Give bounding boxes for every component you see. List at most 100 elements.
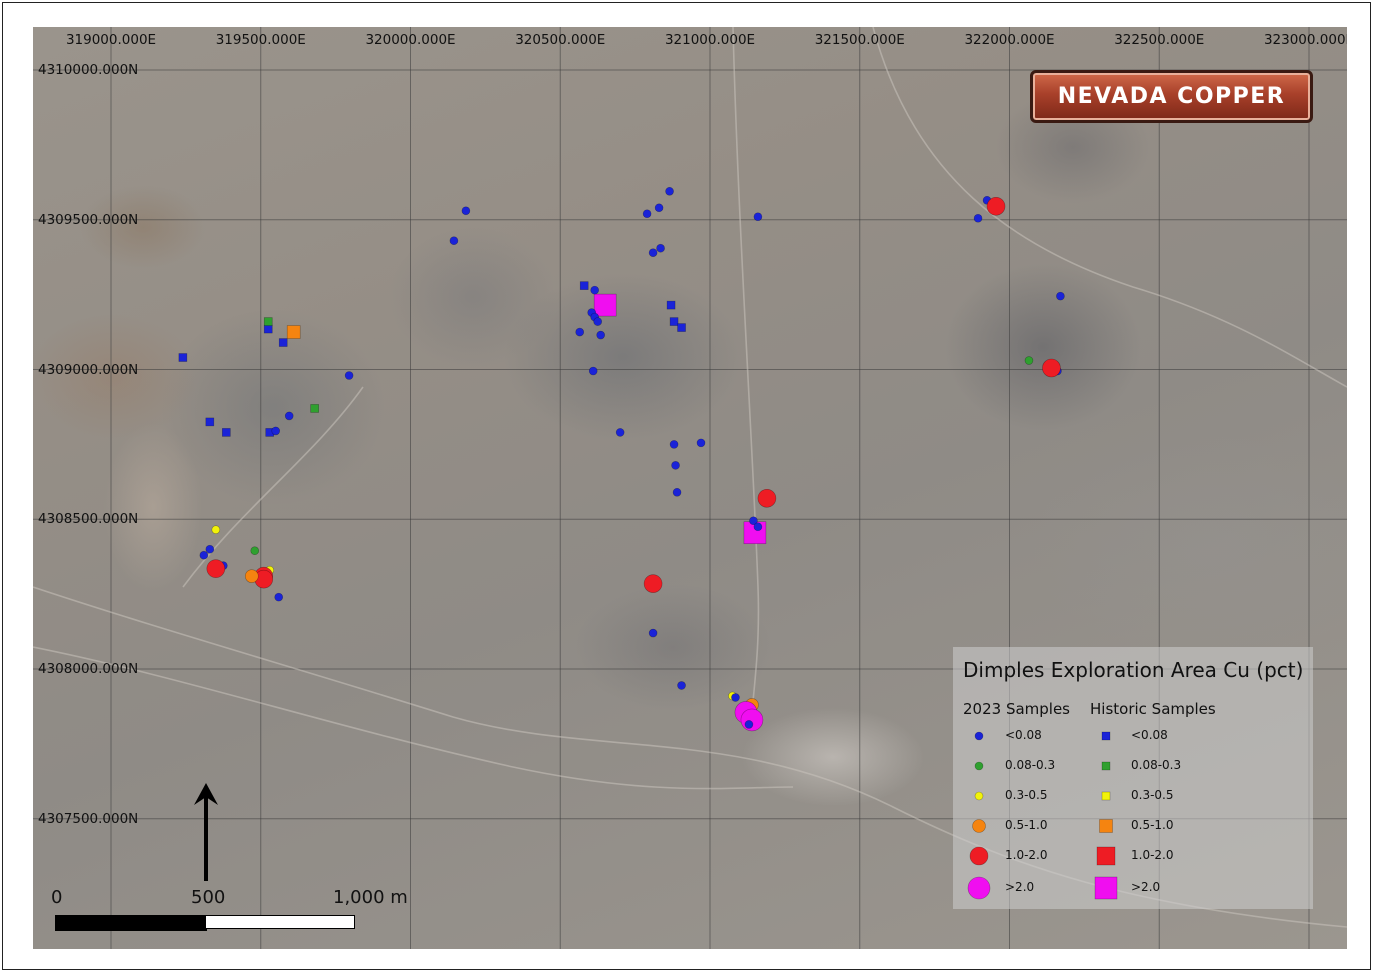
sample-2023-lt008	[205, 544, 215, 554]
historic-sample-c008_03	[310, 404, 319, 413]
legend-label-2023: 0.08-0.3	[1005, 758, 1056, 772]
sample-2023-lt008	[344, 371, 354, 380]
sample-2023-lt008	[973, 213, 983, 223]
sample-2023-lt008	[648, 628, 658, 638]
scale-label-0: 0	[51, 887, 63, 908]
sample-2023-lt008	[274, 592, 284, 602]
sample-2023-lt008	[642, 209, 652, 219]
legend-circle-c008_03	[974, 761, 984, 771]
y-tick-label: 4308000.000N	[38, 661, 139, 677]
north-arrow-icon	[194, 783, 218, 881]
sample-2023-lt008	[596, 330, 605, 340]
scale-label-1000: 1,000 m	[333, 887, 408, 908]
legend-circle-c05_10	[972, 819, 986, 833]
legend-symbols	[967, 731, 1118, 900]
sample-2023-c10_20	[757, 488, 777, 508]
sample-2023-lt008	[648, 248, 658, 257]
sample-2023-lt008	[575, 327, 585, 337]
y-tick-label: 4310000.000N	[38, 62, 139, 78]
x-tick-label: 320000.000E	[365, 32, 456, 48]
legend-label-2023: >2.0	[1005, 880, 1035, 894]
sample-2023-lt008	[753, 522, 763, 532]
historic-sample-gt20	[593, 293, 617, 317]
historic-sample-lt008	[579, 281, 589, 290]
historic-sample-lt008	[222, 428, 231, 437]
legend-label-historic: 0.3-0.5	[1131, 788, 1174, 802]
sample-2023-c10_20	[986, 196, 1006, 216]
sample-2023-lt008	[593, 317, 602, 326]
x-tick-label: 321500.000E	[814, 32, 905, 48]
logo-text: NEVADA COPPER	[1057, 84, 1286, 109]
legend-square-c05_10	[1099, 819, 1113, 833]
historic-sample-lt008	[278, 338, 288, 347]
sample-2023-c10_20	[206, 559, 226, 578]
sample-2023-lt008	[271, 426, 281, 436]
y-tick-label: 4309500.000N	[38, 211, 139, 228]
sample-2023-lt008	[731, 693, 740, 702]
x-tick-label: 322500.000E	[1114, 32, 1205, 48]
sample-2023-lt008	[588, 366, 598, 376]
legend-circle-lt008	[974, 731, 984, 741]
sample-2023-gt20	[740, 708, 764, 732]
historic-sample-lt008	[263, 324, 273, 334]
sample-2023-lt008	[1056, 291, 1065, 301]
historic-sample-lt008	[669, 317, 679, 326]
sample-2023-lt008	[672, 487, 682, 497]
x-tick-label: 323000.000E	[1263, 32, 1347, 48]
legend-square-lt008	[1101, 731, 1111, 741]
sample-2023-lt008	[615, 428, 625, 437]
legend-circle-c03_05	[974, 791, 984, 801]
sample-2023-lt008	[449, 236, 459, 246]
y-tick-label: 4309000.000N	[38, 361, 139, 378]
sample-2023-lt008	[590, 285, 599, 295]
legend-label-2023: 1.0-2.0	[1005, 848, 1048, 862]
sample-2023-lt008	[665, 186, 674, 196]
figure-frame: 319000.000E 319500.000E 320000.000E 320500.…	[2, 2, 1371, 970]
sample-2023-c008_03	[250, 546, 260, 555]
historic-sample-lt008	[178, 353, 188, 362]
x-tick-label: 320500.000E	[515, 32, 606, 48]
sample-2023-lt008	[654, 203, 664, 213]
x-tick-label: 319500.000E	[215, 32, 306, 48]
y-tick-label: 4308500.000N	[38, 511, 139, 528]
historic-sample-c05_10	[286, 325, 301, 339]
historic-sample-lt008	[205, 417, 215, 427]
legend: Dimples Exploration Area Cu (pct) 2023 S…	[953, 647, 1313, 909]
legend-square-c03_05	[1101, 791, 1111, 801]
legend-label-historic: 0.08-0.3	[1131, 758, 1182, 772]
sample-2023-lt008	[753, 212, 763, 222]
legend-label-2023: 0.5-1.0	[1005, 818, 1048, 832]
historic-sample-c008_03	[263, 317, 273, 326]
sample-2023-lt008	[696, 438, 706, 448]
legend-circle-gt20	[967, 876, 991, 900]
legend-square-c10_20	[1096, 846, 1116, 866]
legend-circle-c10_20	[969, 846, 989, 866]
sample-2023-c10_20	[643, 574, 663, 593]
legend-square-c008_03	[1101, 761, 1111, 771]
sample-2023-c03_05	[211, 525, 221, 535]
sample-2023-lt008	[656, 243, 665, 253]
company-logo: NEVADA COPPER	[1030, 70, 1313, 123]
sample-2023-lt008	[461, 206, 471, 216]
sample-2023-lt008	[671, 461, 680, 470]
sample-2023-lt008	[744, 720, 754, 729]
sample-2023-lt008	[199, 550, 209, 560]
x-tick-label: 319000.000E	[65, 32, 157, 48]
y-tick-label: 4307500.000N	[38, 810, 139, 827]
x-tick-label: 321000.000E	[664, 32, 756, 48]
legend-label-historic: >2.0	[1131, 880, 1161, 894]
x-tick-label: 322000.000E	[964, 32, 1055, 48]
legend-label-historic: <0.08	[1131, 728, 1168, 742]
legend-label-historic: 0.5-1.0	[1131, 818, 1174, 832]
legend-square-gt20	[1094, 876, 1118, 900]
scale-bar	[55, 915, 358, 931]
legend-label-2023: <0.08	[1005, 728, 1042, 742]
sample-2023-c05_10	[244, 569, 259, 583]
satellite-map[interactable]: 319000.000E 319500.000E 320000.000E 320500.…	[33, 27, 1347, 949]
legend-label-2023: 0.3-0.5	[1005, 788, 1048, 802]
sample-2023-lt008	[677, 681, 686, 690]
sample-2023-lt008	[669, 440, 679, 449]
scale-label-500: 500	[191, 887, 226, 908]
legend-label-historic: 1.0-2.0	[1131, 848, 1174, 862]
historic-sample-lt008	[677, 323, 686, 332]
